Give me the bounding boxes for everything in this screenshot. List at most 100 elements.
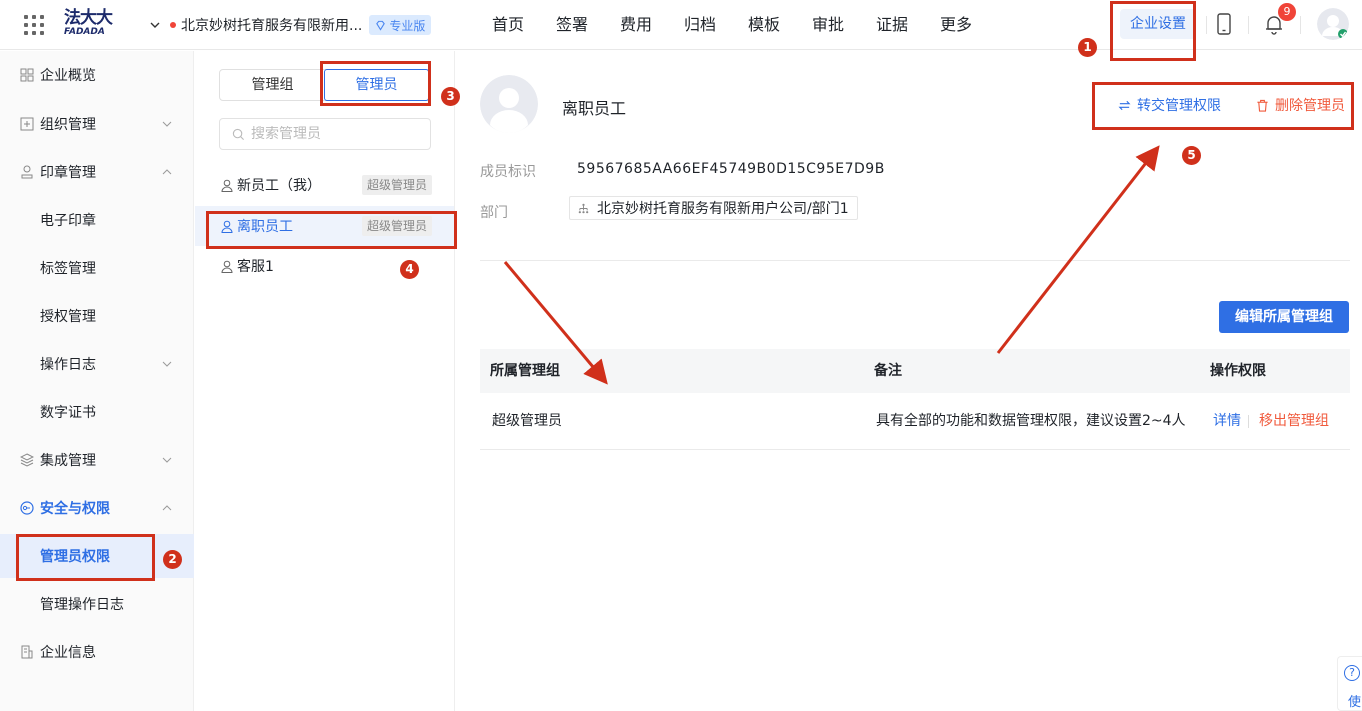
app-grid-icon[interactable]	[24, 15, 44, 35]
help-label: 使	[1348, 695, 1362, 710]
company-switcher[interactable]: 北京妙树托育服务有限新用... 专业版	[150, 14, 432, 36]
member-id-label: 成员标识	[480, 164, 536, 180]
org-icon	[20, 117, 34, 131]
sidebar-item-seal[interactable]: 印章管理	[0, 150, 194, 194]
help-floating-button[interactable]: ? 使	[1337, 656, 1362, 711]
sidebar-item-label: 电子印章	[40, 213, 96, 229]
column-header-actions: 操作权限	[1210, 363, 1266, 379]
divider	[1206, 16, 1207, 34]
user-avatar[interactable]	[1317, 8, 1349, 40]
enterprise-settings-button[interactable]: 企业设置	[1120, 9, 1196, 39]
sidebar-item-security[interactable]: 安全与权限	[0, 486, 194, 530]
edition-label: 专业版	[389, 18, 426, 33]
role-badge: 超级管理员	[362, 175, 433, 195]
user-icon	[221, 260, 233, 273]
sidebar-item-tags[interactable]: 标签管理	[0, 246, 194, 290]
sidebar-item-admin-log[interactable]: 管理操作日志	[0, 582, 194, 626]
transfer-icon	[1118, 100, 1131, 110]
chevron-down-icon	[162, 121, 172, 127]
annotation-number-5: 5	[1182, 146, 1201, 165]
divider	[1248, 415, 1249, 428]
member-avatar	[480, 75, 538, 133]
fadada-logo[interactable]: 法大大 FADADA	[64, 9, 118, 39]
nav-billing[interactable]: 费用	[604, 0, 668, 50]
sidebar-item-label: 授权管理	[40, 309, 96, 325]
list-item[interactable]: 新员工（我） 超级管理员	[195, 165, 454, 205]
trash-icon	[1257, 99, 1268, 112]
chevron-down-icon	[150, 22, 160, 28]
tab-admins[interactable]: 管理员	[324, 69, 429, 101]
sidebar-item-label: 印章管理	[40, 165, 96, 181]
table-header: 所属管理组 备注 操作权限	[480, 349, 1350, 393]
table-row: 超级管理员 具有全部的功能和数据管理权限，建议设置2~4人 详情 移出管理组	[480, 393, 1350, 450]
nav-evidence[interactable]: 证据	[860, 0, 924, 50]
annotation-number-3: 3	[441, 87, 460, 106]
building-icon	[21, 645, 33, 659]
sidebar-item-label: 标签管理	[40, 261, 96, 277]
edit-admin-group-button[interactable]: 编辑所属管理组	[1219, 301, 1349, 333]
sidebar-item-e-seal[interactable]: 电子印章	[0, 198, 194, 242]
department-label: 部门	[480, 205, 508, 221]
edition-badge: 专业版	[369, 15, 432, 35]
company-name: 北京妙树托育服务有限新用...	[181, 18, 363, 34]
role-badge: 超级管理员	[362, 216, 433, 236]
user-icon	[221, 220, 233, 233]
annotation-number-1: 1	[1078, 38, 1097, 57]
member-name-title: 离职员工	[562, 99, 627, 118]
delete-admin-button[interactable]: 删除管理员	[1256, 95, 1345, 115]
sidebar-item-authorization[interactable]: 授权管理	[0, 294, 194, 338]
security-key-icon	[20, 501, 34, 515]
sidebar-item-label: 企业概览	[40, 68, 96, 84]
sidebar-item-certificate[interactable]: 数字证书	[0, 390, 194, 434]
sidebar-item-operation-log[interactable]: 操作日志	[0, 342, 194, 386]
sidebar-item-overview[interactable]: 企业概览	[0, 53, 194, 97]
admin-group-table: 所属管理组 备注 操作权限 超级管理员 具有全部的功能和数据管理权限，建议设置2…	[480, 349, 1350, 450]
nav-archive[interactable]: 归档	[668, 0, 732, 50]
member-name: 离职员工	[237, 219, 293, 235]
divider	[1248, 16, 1249, 34]
department-value: 北京妙树托育服务有限新用户公司/部门1	[597, 201, 849, 217]
sidebar: 企业概览 组织管理 印章管理 电子印章 标签管理 授权管理 操作日志 数字证书 …	[0, 51, 194, 711]
nav-approval[interactable]: 审批	[796, 0, 860, 50]
search-icon	[232, 128, 245, 140]
annotation-number-2: 2	[163, 550, 182, 569]
sidebar-item-label: 组织管理	[40, 117, 96, 133]
nav-template[interactable]: 模板	[732, 0, 796, 50]
chevron-down-icon	[162, 457, 172, 463]
admin-search-box[interactable]	[219, 118, 431, 150]
list-item[interactable]: 离职员工 超级管理员	[195, 206, 454, 246]
department-tag: 北京妙树托育服务有限新用户公司/部门1	[569, 196, 858, 220]
org-tree-icon	[578, 203, 589, 213]
admin-search-input[interactable]	[251, 126, 421, 142]
sidebar-item-integration[interactable]: 集成管理	[0, 438, 194, 482]
chevron-up-icon	[162, 169, 172, 175]
seal-icon	[21, 165, 33, 179]
delete-admin-label: 删除管理员	[1275, 98, 1345, 114]
top-bar: 法大大 FADADA 北京妙树托育服务有限新用... 专业版 首页 签署 费用 …	[0, 0, 1362, 50]
logo-text-bottom: FADADA	[64, 27, 105, 37]
transfer-permission-button[interactable]: 转交管理权限	[1118, 95, 1221, 115]
column-header-note: 备注	[874, 363, 902, 379]
notification-count-badge: 9	[1278, 3, 1296, 21]
mobile-phone-icon[interactable]	[1216, 13, 1232, 35]
divider	[1300, 16, 1301, 34]
transfer-permission-label: 转交管理权限	[1137, 98, 1221, 114]
sidebar-item-org[interactable]: 组织管理	[0, 102, 194, 146]
overview-icon	[20, 68, 34, 82]
sidebar-item-enterprise-info[interactable]: 企业信息	[0, 630, 194, 674]
nav-more[interactable]: 更多	[924, 0, 988, 50]
member-id-value: 59567685AA66EF45749B0D15C95E7D9B	[577, 161, 885, 177]
chevron-up-icon	[162, 505, 172, 511]
cell-group: 超级管理员	[492, 413, 562, 429]
sidebar-item-label: 管理操作日志	[40, 597, 124, 613]
user-icon	[221, 179, 233, 192]
nav-home[interactable]: 首页	[476, 0, 540, 50]
member-name: 新员工（我）	[237, 178, 321, 194]
detail-link[interactable]: 详情	[1213, 393, 1241, 450]
chevron-down-icon	[162, 361, 172, 367]
nav-sign[interactable]: 签署	[540, 0, 604, 50]
annotation-number-4: 4	[400, 260, 419, 279]
sidebar-item-label: 企业信息	[40, 645, 96, 661]
remove-from-group-link[interactable]: 移出管理组	[1259, 393, 1329, 450]
tab-admin-groups[interactable]: 管理组	[220, 70, 325, 100]
